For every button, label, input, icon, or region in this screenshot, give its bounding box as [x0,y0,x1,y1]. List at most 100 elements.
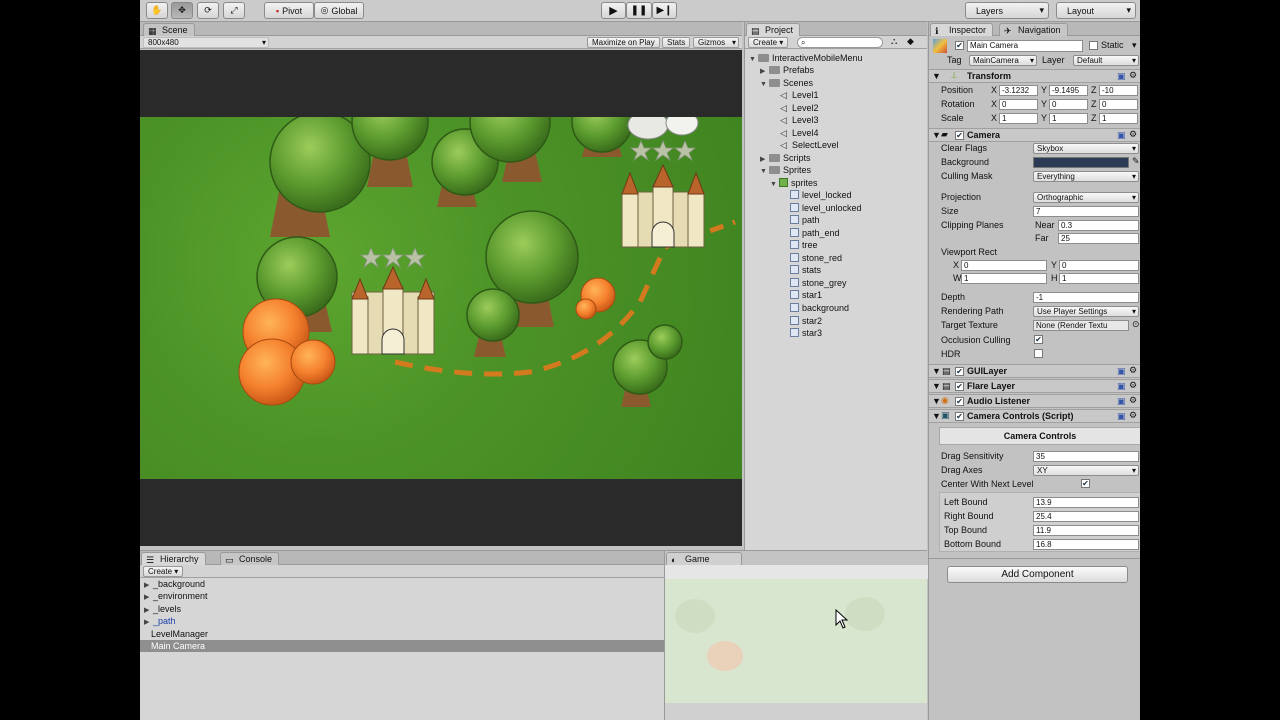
top-bound-field[interactable]: 11.9 [1033,525,1139,536]
static-checkbox[interactable] [1089,41,1098,50]
chevron-down-icon[interactable]: ▾ [1132,40,1137,51]
hierarchy-create-dropdown[interactable]: Create ▾ [143,566,184,577]
object-name-field[interactable]: Main Camera [967,40,1083,52]
scl-z-field[interactable]: 1 [1099,113,1138,124]
sprite-item[interactable]: level_unlocked [790,202,862,214]
pause-button[interactable]: ❚❚ [626,2,652,19]
gear-icon[interactable]: ⚙ [1129,129,1137,140]
flare-enabled-checkbox[interactable]: ✔ [955,382,964,391]
resolution-dropdown[interactable]: 800x480 ▾ [143,37,269,48]
projection-dropdown[interactable]: Orthographic [1033,192,1139,203]
scale-tool-button[interactable]: ⤢ [223,2,245,19]
tab-hierarchy[interactable]: ☰ Hierarchy [141,552,206,565]
depth-field[interactable]: -1 [1033,292,1139,303]
flare-layer-header[interactable]: ▼ ▤ ✔ Flare Layer ▣ ⚙ [929,379,1140,393]
camera-controls-header[interactable]: ▼ ▣ ✔ Camera Controls (Script) ▣ ⚙ [929,409,1140,423]
scene-item[interactable]: ◁ Level4 [780,127,819,139]
camera-enabled-checkbox[interactable]: ✔ [955,131,964,140]
culling-mask-dropdown[interactable]: Everything [1033,171,1139,182]
scene-item[interactable]: ◁ Level1 [780,89,819,101]
sprite-item[interactable]: stats [790,264,821,276]
hierarchy-item[interactable]: LevelManager [144,628,208,640]
help-icon[interactable]: ▣ [1117,366,1126,377]
pos-y-field[interactable]: -9.1495 [1049,85,1088,96]
viewport-x-field[interactable]: 0 [961,260,1047,271]
background-color-swatch[interactable] [1033,157,1129,168]
audio-enabled-checkbox[interactable]: ✔ [955,397,964,406]
project-root[interactable]: ▼ InteractiveMobileMenu [749,52,863,64]
guilayer-enabled-checkbox[interactable]: ✔ [955,367,964,376]
viewport-w-field[interactable]: 1 [961,273,1047,284]
step-button[interactable]: ▶❙ [652,2,677,19]
sprite-item[interactable]: level_locked [790,189,852,201]
global-toggle[interactable]: ◎ Global [314,2,364,19]
help-icon[interactable]: ▣ [1117,411,1126,422]
help-icon[interactable]: ▣ [1117,130,1126,141]
near-field[interactable]: 0.3 [1058,220,1139,231]
gear-icon[interactable]: ⚙ [1129,70,1137,81]
layer-dropdown[interactable]: Default [1073,55,1139,66]
help-icon[interactable]: ▣ [1117,381,1126,392]
gear-icon[interactable]: ⚙ [1129,395,1137,406]
add-component-button[interactable]: Add Component [947,566,1128,583]
folder-scenes[interactable]: ▼ Scenes [760,77,813,89]
project-create-dropdown[interactable]: Create ▾ [748,37,789,48]
folder-sprites[interactable]: ▼ Sprites [760,164,811,176]
tab-navigation[interactable]: ✈ Navigation [999,23,1068,36]
sprite-item[interactable]: background [790,302,849,314]
clear-flags-dropdown[interactable]: Skybox [1033,143,1139,154]
target-texture-field[interactable]: None (Render Textu [1033,320,1129,331]
rotate-tool-button[interactable]: ⟳ [197,2,219,19]
gizmos-dropdown[interactable]: Gizmos ▾ [693,37,739,48]
sprite-item[interactable]: path [790,214,820,226]
bottom-bound-field[interactable]: 16.8 [1033,539,1139,550]
camera-header[interactable]: ▼ ▰ ✔ Camera ▣ ⚙ [929,128,1140,142]
scene-item[interactable]: ◁ Level3 [780,114,819,126]
help-icon[interactable]: ▣ [1117,396,1126,407]
filter-type-icon[interactable]: ⛬ [891,36,897,47]
scene-viewport[interactable] [140,50,742,546]
rot-y-field[interactable]: 0 [1049,99,1088,110]
gear-icon[interactable]: ⚙ [1129,410,1137,421]
play-button[interactable]: ▶ [601,2,626,19]
hand-tool-button[interactable]: ✋ [146,2,168,19]
sprite-item[interactable]: star3 [790,327,822,339]
hdr-checkbox[interactable] [1034,349,1043,358]
hierarchy-item-selected[interactable]: Main Camera [140,640,664,652]
layout-dropdown[interactable]: Layout ▾ [1056,2,1136,19]
hierarchy-item-prefab[interactable]: ▶ _path [144,615,176,627]
scene-item[interactable]: ◁ SelectLevel [780,139,839,151]
sprite-sheet[interactable]: ▼ sprites [770,177,818,189]
sprite-item[interactable]: stone_red [790,252,842,264]
rot-z-field[interactable]: 0 [1099,99,1138,110]
transform-header[interactable]: ▼ ⟂ Transform ▣ ⚙ [929,69,1140,83]
far-field[interactable]: 25 [1058,233,1139,244]
sprite-item[interactable]: star1 [790,289,822,301]
tab-project[interactable]: ▤ Project [746,23,801,36]
layers-dropdown[interactable]: Layers ▾ [965,2,1049,19]
drag-sensitivity-field[interactable]: 35 [1033,451,1139,462]
gear-icon[interactable]: ⚙ [1129,365,1137,376]
size-field[interactable]: 7 [1033,206,1139,217]
hierarchy-item[interactable]: ▶ _levels [144,603,181,615]
viewport-y-field[interactable]: 0 [1059,260,1139,271]
active-checkbox[interactable]: ✔ [955,41,964,50]
object-picker-icon[interactable]: ⊙ [1132,319,1140,330]
sprite-item[interactable]: star2 [790,315,822,327]
scl-x-field[interactable]: 1 [999,113,1038,124]
tab-inspector[interactable]: ℹ Inspector [930,23,994,36]
eyedropper-icon[interactable]: ✎ [1132,156,1140,167]
tab-console[interactable]: ▭ Console [220,552,280,565]
rendering-path-dropdown[interactable]: Use Player Settings [1033,306,1139,317]
stats-toggle[interactable]: Stats [662,37,691,48]
filter-label-icon[interactable]: ◆ [907,36,914,47]
left-bound-field[interactable]: 13.9 [1033,497,1139,508]
gear-icon[interactable]: ⚙ [1129,380,1137,391]
project-search-input[interactable]: ⌕ [797,37,883,48]
guilayer-header[interactable]: ▼ ▤ ✔ GUILayer ▣ ⚙ [929,364,1140,378]
folder-prefabs[interactable]: ▶ Prefabs [760,64,814,76]
scene-item[interactable]: ◁ Level2 [780,102,819,114]
pos-x-field[interactable]: -3.1232 [999,85,1038,96]
folder-scripts[interactable]: ▶ Scripts [760,152,811,164]
sprite-item[interactable]: path_end [790,227,840,239]
